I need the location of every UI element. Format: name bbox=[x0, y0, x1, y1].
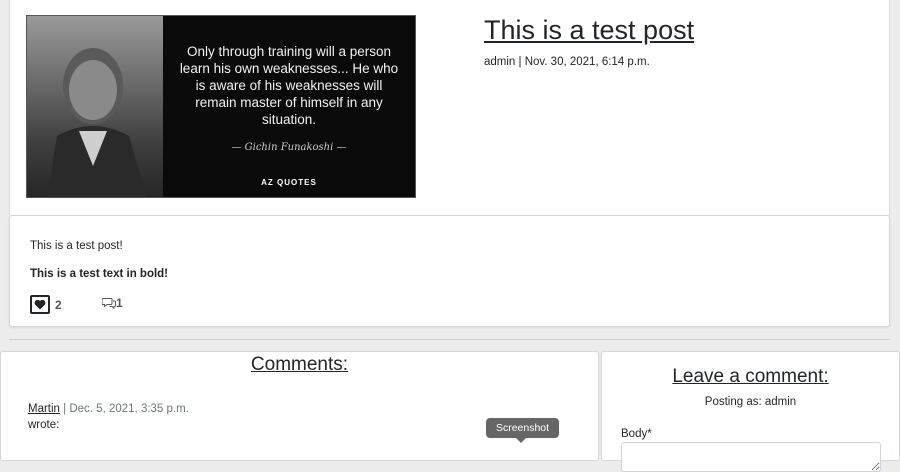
comment-date: | Dec. 5, 2021, 3:35 p.m. bbox=[63, 403, 189, 415]
speech-bubbles-icon[interactable] bbox=[102, 297, 116, 309]
quote-panel: Only through training will a person lear… bbox=[163, 16, 415, 197]
quote-text: Only through training will a person lear… bbox=[179, 44, 399, 127]
leave-comment-section: Leave a comment: Posting as: admin Body* bbox=[601, 351, 900, 472]
comment-wrote-label: wrote: bbox=[28, 419, 60, 431]
comment-meta: Martin | Dec. 5, 2021, 3:35 p.m. bbox=[28, 403, 189, 415]
quote-author: — Gichin Funakoshi — bbox=[231, 142, 347, 153]
comment-count: 1 bbox=[116, 296, 123, 310]
screenshot-tooltip: Screenshot bbox=[486, 418, 559, 438]
leave-comment-title: Leave a comment: bbox=[672, 366, 829, 387]
post-meta: admin | Nov. 30, 2021, 6:14 p.m. bbox=[484, 56, 650, 68]
tooltip-arrow bbox=[516, 438, 526, 443]
comments-title: Comments: bbox=[250, 354, 349, 375]
portrait-photo bbox=[27, 16, 163, 197]
body-field-label: Body* bbox=[621, 428, 652, 440]
post-image: Only through training will a person lear… bbox=[26, 15, 416, 198]
quote-brand-logo: AZ QUOTES bbox=[261, 178, 317, 187]
like-button[interactable] bbox=[30, 295, 50, 314]
post-body-card: This is a test post! This is a test text… bbox=[9, 215, 890, 327]
comment-author-link[interactable]: Martin bbox=[28, 403, 60, 415]
heart-icon bbox=[34, 299, 46, 310]
like-count: 2 bbox=[55, 298, 62, 312]
section-divider bbox=[9, 339, 890, 340]
posting-as-label: Posting as: admin bbox=[704, 396, 797, 408]
comments-section: Comments: Martin | Dec. 5, 2021, 3:35 p.… bbox=[0, 351, 599, 461]
post-body-bold-text: This is a test text in bold! bbox=[30, 268, 169, 280]
post-body-text: This is a test post! bbox=[30, 240, 123, 252]
post-title[interactable]: This is a test post bbox=[484, 15, 694, 46]
